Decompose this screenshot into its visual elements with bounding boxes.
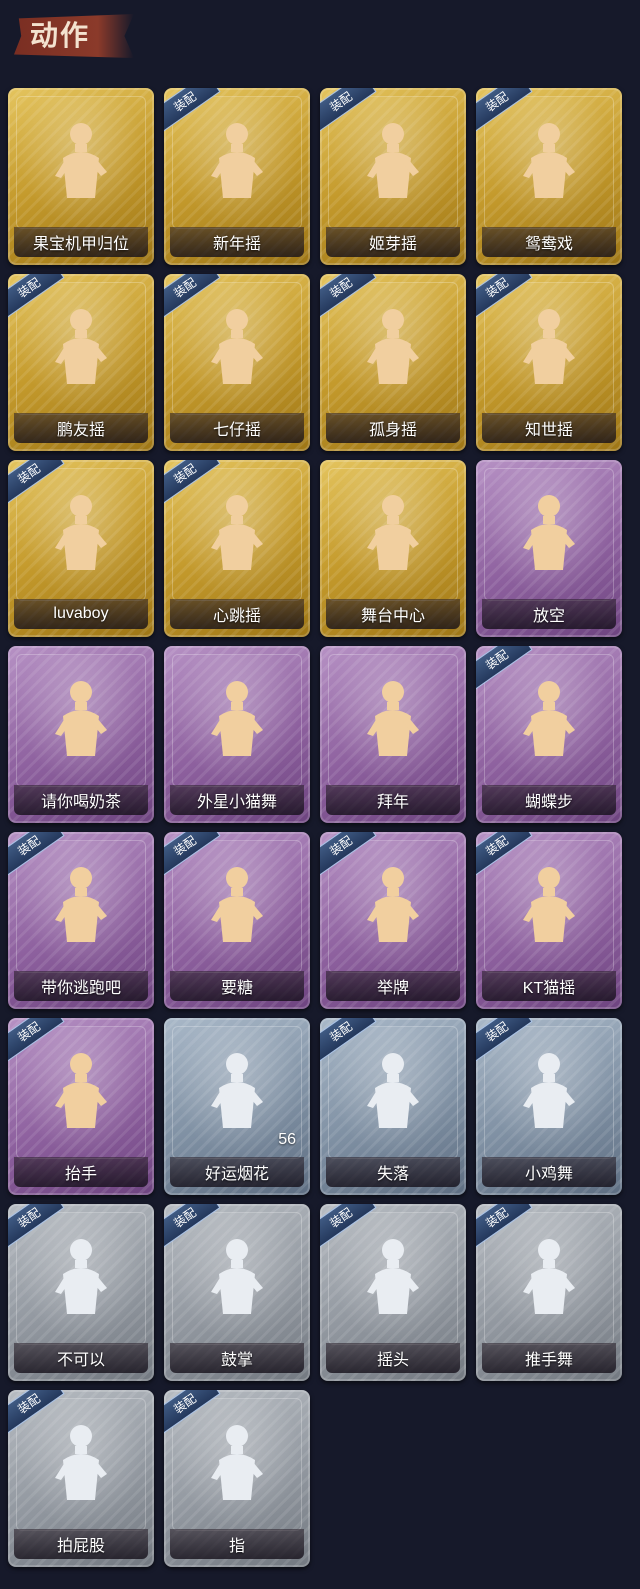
emote-label: 好运烟花 <box>170 1157 304 1187</box>
emote-figure-icon <box>523 1239 575 1314</box>
emote-label: 孤身摇 <box>326 413 460 443</box>
emote-figure-icon <box>55 1239 107 1314</box>
emote-figure-icon <box>211 1425 263 1500</box>
emote-figure-icon <box>367 681 419 756</box>
emote-label: 新年摇 <box>170 227 304 257</box>
page-title: 动作 <box>30 19 91 52</box>
emote-figure-icon <box>55 681 107 756</box>
emote-card[interactable]: 装配 带你逃跑吧 <box>8 832 154 1009</box>
emote-label: 摇头 <box>326 1343 460 1373</box>
emote-card[interactable]: 装配 新年摇 <box>164 88 310 265</box>
emote-card[interactable]: 装配 鼓掌 <box>164 1204 310 1381</box>
emote-card[interactable]: 装配 推手舞 <box>476 1204 622 1381</box>
emote-card[interactable]: 装配 知世摇 <box>476 274 622 451</box>
emote-figure-icon <box>523 123 575 198</box>
emote-label: 舞台中心 <box>326 599 460 629</box>
emote-card[interactable]: 56 好运烟花 <box>164 1018 310 1195</box>
emote-card[interactable]: 舞台中心 <box>320 460 466 637</box>
emote-figure-icon <box>55 309 107 384</box>
emote-figure-icon <box>211 1053 263 1128</box>
emote-card[interactable]: 拜年 <box>320 646 466 823</box>
emote-label: 心跳摇 <box>170 599 304 629</box>
emote-label: 请你喝奶茶 <box>14 785 148 815</box>
emote-card[interactable]: 装配 KT猫摇 <box>476 832 622 1009</box>
emote-figure-icon <box>55 1053 107 1128</box>
emote-card[interactable]: 装配 姬芽摇 <box>320 88 466 265</box>
emote-card[interactable]: 装配 拍屁股 <box>8 1390 154 1567</box>
emote-figure-icon <box>211 867 263 942</box>
item-count: 56 <box>278 1131 296 1148</box>
emote-figure-icon <box>523 309 575 384</box>
emote-card[interactable]: 装配 摇头 <box>320 1204 466 1381</box>
emote-grid: 果宝机甲归位 装配 新年摇 装配 姬芽摇 装配 鸳鸯戏装配 鹏友摇 装配 七仔摇 装配 孤身摇 装配 知世… <box>8 88 622 1567</box>
emote-card[interactable]: 装配 不可以 <box>8 1204 154 1381</box>
emote-figure-icon <box>367 867 419 942</box>
emote-label: 要糖 <box>170 971 304 1001</box>
emote-card[interactable]: 装配 心跳摇 <box>164 460 310 637</box>
emote-label: 鹏友摇 <box>14 413 148 443</box>
emote-label: 推手舞 <box>482 1343 616 1373</box>
emote-label: 鼓掌 <box>170 1343 304 1373</box>
header: 动作 <box>0 0 640 86</box>
emote-card[interactable]: 装配 要糖 <box>164 832 310 1009</box>
emote-card[interactable]: 装配 孤身摇 <box>320 274 466 451</box>
emote-label: 抬手 <box>14 1157 148 1187</box>
emote-figure-icon <box>367 1053 419 1128</box>
emote-figure-icon <box>211 309 263 384</box>
emote-figure-icon <box>211 495 263 570</box>
emote-label: 指 <box>170 1529 304 1559</box>
emote-label: 小鸡舞 <box>482 1157 616 1187</box>
emote-figure-icon <box>367 495 419 570</box>
emote-card[interactable]: 装配 luvaboy <box>8 460 154 637</box>
emote-card[interactable]: 装配指 <box>164 1390 310 1567</box>
emote-figure-icon <box>367 1239 419 1314</box>
emote-label: luvaboy <box>14 599 148 629</box>
emote-label: 鸳鸯戏 <box>482 227 616 257</box>
emote-label: 姬芽摇 <box>326 227 460 257</box>
emote-label: 拍屁股 <box>14 1529 148 1559</box>
emote-figure-icon <box>211 681 263 756</box>
emote-label: 放空 <box>482 599 616 629</box>
emote-card[interactable]: 装配 抬手 <box>8 1018 154 1195</box>
emote-label: 失落 <box>326 1157 460 1187</box>
emote-card[interactable]: 装配 失落 <box>320 1018 466 1195</box>
emote-card[interactable]: 请你喝奶茶 <box>8 646 154 823</box>
emote-figure-icon <box>211 123 263 198</box>
emote-card[interactable]: 装配 鹏友摇 <box>8 274 154 451</box>
emote-label: 带你逃跑吧 <box>14 971 148 1001</box>
emote-label: 蝴蝶步 <box>482 785 616 815</box>
emote-figure-icon <box>523 681 575 756</box>
emote-card[interactable]: 装配 鸳鸯戏 <box>476 88 622 265</box>
emote-figure-icon <box>523 495 575 570</box>
emote-figure-icon <box>523 1053 575 1128</box>
emote-card[interactable]: 装配 举牌 <box>320 832 466 1009</box>
emote-card[interactable]: 装配 七仔摇 <box>164 274 310 451</box>
emote-figure-icon <box>367 123 419 198</box>
emote-card[interactable]: 装配 小鸡舞 <box>476 1018 622 1195</box>
emote-figure-icon <box>211 1239 263 1314</box>
emote-label: 知世摇 <box>482 413 616 443</box>
emote-label: 七仔摇 <box>170 413 304 443</box>
emote-figure-icon <box>367 309 419 384</box>
emote-figure-icon <box>55 495 107 570</box>
emote-card[interactable]: 装配 蝴蝶步 <box>476 646 622 823</box>
emote-card[interactable]: 放空 <box>476 460 622 637</box>
emote-label: 果宝机甲归位 <box>14 227 148 257</box>
emote-figure-icon <box>55 1425 107 1500</box>
emote-figure-icon <box>55 123 107 198</box>
emote-figure-icon <box>55 867 107 942</box>
emote-card[interactable]: 外星小猫舞 <box>164 646 310 823</box>
emote-label: 举牌 <box>326 971 460 1001</box>
emote-label: KT猫摇 <box>482 971 616 1001</box>
emote-card[interactable]: 果宝机甲归位 <box>8 88 154 265</box>
emote-label: 拜年 <box>326 785 460 815</box>
emote-figure-icon <box>523 867 575 942</box>
emote-label: 不可以 <box>14 1343 148 1373</box>
emote-label: 外星小猫舞 <box>170 785 304 815</box>
